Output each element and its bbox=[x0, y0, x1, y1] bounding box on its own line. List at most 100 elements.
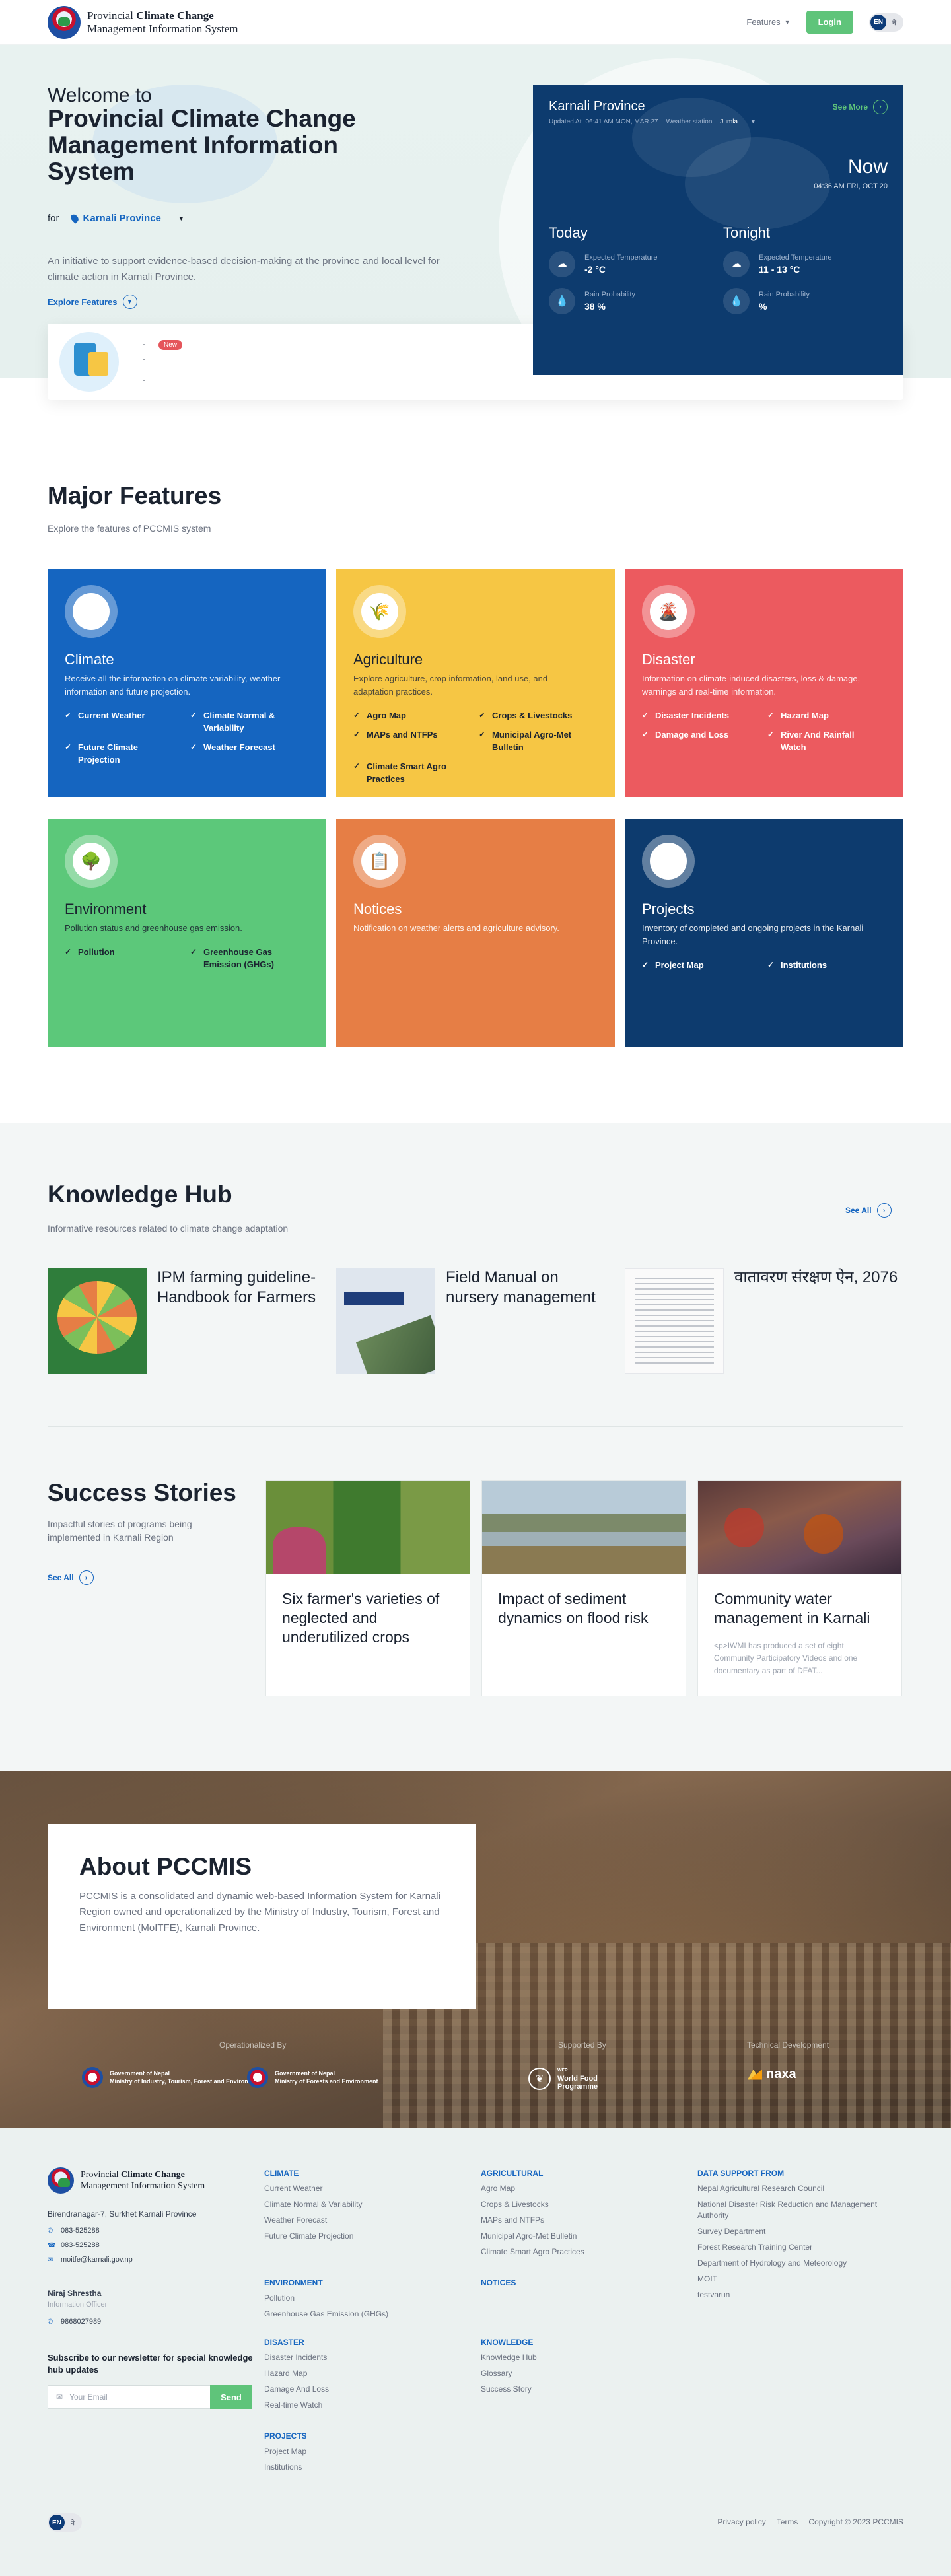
feature-card-environment[interactable]: 🌳 Environment Pollution status and green… bbox=[48, 819, 326, 1047]
footer-link[interactable]: Knowledge Hub bbox=[481, 2352, 679, 2363]
success-story-card[interactable]: Impact of sediment dynamics on flood ris… bbox=[481, 1480, 686, 1696]
feature-name: Disaster bbox=[642, 651, 695, 668]
success-story-card[interactable]: Community water management in Karnali <p… bbox=[697, 1480, 902, 1696]
footer-link[interactable]: Disaster Incidents bbox=[264, 2352, 462, 2363]
footer-phone-2[interactable]: ☎ 083-525288 bbox=[48, 2241, 100, 2249]
login-button[interactable]: Login bbox=[806, 11, 853, 34]
feature-link-weather-forecast[interactable]: Weather Forecast bbox=[190, 741, 302, 766]
footer-logo-text: Provincial Climate Change Management Inf… bbox=[81, 2169, 205, 2192]
col-title: AGRICULTURAL bbox=[481, 2169, 544, 2178]
see-all-label: See All bbox=[48, 1573, 74, 1582]
lang-en[interactable]: EN bbox=[870, 14, 886, 30]
knowledge-see-all-link[interactable]: See All › bbox=[845, 1203, 892, 1218]
success-see-all-link[interactable]: See All › bbox=[48, 1570, 94, 1585]
footer-link[interactable]: Survey Department bbox=[697, 2226, 902, 2237]
footer-logo[interactable]: Provincial Climate Change Management Inf… bbox=[48, 2167, 205, 2194]
privacy-policy-link[interactable]: Privacy policy bbox=[717, 2517, 765, 2526]
footer-link[interactable]: Climate Smart Agro Practices bbox=[481, 2246, 679, 2258]
feature-link-agro-map[interactable]: Agro Map bbox=[353, 709, 466, 722]
nepal-emblem-icon bbox=[48, 5, 81, 39]
knowledge-item[interactable]: IPM farming guideline-Handbook for Farme… bbox=[48, 1268, 325, 1374]
contact-phone[interactable]: ✆ 9868027989 bbox=[48, 2318, 101, 2326]
language-toggle[interactable]: EN ने bbox=[869, 13, 903, 32]
feature-card-agriculture[interactable]: 🌾 Agriculture Explore agriculture, crop … bbox=[336, 569, 615, 797]
footer-language-toggle[interactable]: EN ने bbox=[48, 2513, 82, 2532]
document-lines bbox=[635, 1278, 714, 1364]
explore-features-link[interactable]: Explore Features ▼ bbox=[48, 295, 137, 309]
site-logo[interactable]: Provincial Climate Change Management Inf… bbox=[48, 5, 238, 39]
feature-link-ghg[interactable]: Greenhouse Gas Emission (GHGs) bbox=[190, 946, 302, 971]
footer-link[interactable]: Damage And Loss bbox=[264, 2384, 462, 2395]
weather-see-more-link[interactable]: See More › bbox=[833, 99, 888, 114]
footer-link[interactable]: Real-time Watch bbox=[264, 2400, 462, 2411]
partner-mofe[interactable]: Government of Nepal Ministry of Forests a… bbox=[247, 2067, 378, 2088]
feature-link-institutions[interactable]: Institutions bbox=[767, 959, 880, 971]
footer-link[interactable]: MOIT bbox=[697, 2274, 902, 2285]
newsletter-send-button[interactable]: Send bbox=[210, 2385, 252, 2409]
footer-link[interactable]: Department of Hydrology and Meteorology bbox=[697, 2258, 902, 2269]
weather-station-select[interactable]: Jumla ▼ bbox=[716, 118, 756, 125]
feature-card-notices[interactable]: 📋 Notices Notification on weather alerts… bbox=[336, 819, 615, 1047]
newsletter-email-input[interactable]: ✉ Your Email bbox=[48, 2385, 210, 2409]
feature-link-damage-loss[interactable]: Damage and Loss bbox=[642, 728, 754, 753]
footer-link[interactable]: Institutions bbox=[264, 2462, 462, 2473]
footer-link[interactable]: Glossary bbox=[481, 2368, 679, 2379]
newsletter-text: Subscribe to our newsletter for special … bbox=[48, 2353, 253, 2375]
feature-card-climate[interactable]: 🌡 Climate Receive all the information on… bbox=[48, 569, 326, 797]
success-story-card[interactable]: Six farmer's varieties of neglected and … bbox=[265, 1480, 470, 1696]
footer-link[interactable]: Climate Normal & Variability bbox=[264, 2199, 462, 2210]
feature-link-project-map[interactable]: Project Map bbox=[642, 959, 754, 971]
footer-link[interactable]: Nepal Agricultural Research Council bbox=[697, 2183, 902, 2194]
notice-line3: - bbox=[143, 374, 145, 384]
feature-link-agro-met-bulletin[interactable]: Municipal Agro-Met Bulletin bbox=[479, 728, 591, 753]
footer-link[interactable]: Agro Map bbox=[481, 2183, 679, 2194]
footer-link[interactable]: Crops & Livestocks bbox=[481, 2199, 679, 2210]
feature-card-disaster[interactable]: 🌋 Disaster Information on climate-induce… bbox=[625, 569, 903, 797]
notice-text: - New - - bbox=[143, 339, 183, 384]
partner-naxa[interactable]: naxa bbox=[748, 2067, 796, 2082]
lang-ne[interactable]: ने bbox=[65, 2515, 81, 2530]
lang-en[interactable]: EN bbox=[49, 2515, 65, 2530]
footer-email[interactable]: ✉ moitfe@karnali.gov.np bbox=[48, 2256, 133, 2264]
lang-ne[interactable]: ने bbox=[886, 15, 902, 30]
terms-link[interactable]: Terms bbox=[777, 2517, 798, 2526]
feature-links: Agro Map Crops & Livestocks MAPs and NTF… bbox=[353, 709, 591, 785]
feature-link-future-projection[interactable]: Future Climate Projection bbox=[65, 741, 177, 766]
feature-link-current-weather[interactable]: Current Weather bbox=[65, 709, 177, 734]
knowledge-item[interactable]: वातावरण संरक्षण ऐन, 2076 bbox=[625, 1268, 902, 1374]
feature-link-crops-livestocks[interactable]: Crops & Livestocks bbox=[479, 709, 591, 722]
footer-link[interactable]: Hazard Map bbox=[264, 2368, 462, 2379]
about-card: About PCCMIS PCCMIS is a consolidated an… bbox=[48, 1824, 476, 2009]
feature-link-climate-normal[interactable]: Climate Normal & Variability bbox=[190, 709, 302, 734]
footer-link[interactable]: Pollution bbox=[264, 2293, 462, 2304]
features-dropdown[interactable]: Features ▼ bbox=[746, 17, 790, 27]
footer-link[interactable]: Current Weather bbox=[264, 2183, 462, 2194]
col-title[interactable]: NOTICES bbox=[481, 2278, 679, 2287]
footer-link[interactable]: Success Story bbox=[481, 2384, 679, 2395]
explore-label: Explore Features bbox=[48, 296, 118, 307]
footer-link[interactable]: Greenhouse Gas Emission (GHGs) bbox=[264, 2309, 462, 2320]
knowledge-item[interactable]: Field Manual on nursery management bbox=[336, 1268, 614, 1374]
feature-card-projects[interactable]: 🗺 Projects Inventory of completed and on… bbox=[625, 819, 903, 1047]
footer-col-knowledge: KNOWLEDGE Knowledge Hub Glossary Success… bbox=[481, 2338, 679, 2400]
footer-phone-1[interactable]: ✆ 083-525288 bbox=[48, 2227, 100, 2235]
feature-link-hazard-map[interactable]: Hazard Map bbox=[767, 709, 880, 722]
footer-link[interactable]: Forest Research Training Center bbox=[697, 2242, 902, 2253]
feature-link-climate-smart-agro[interactable]: Climate Smart Agro Practices bbox=[353, 760, 466, 785]
footer-link[interactable]: Municipal Agro-Met Bulletin bbox=[481, 2231, 679, 2242]
feature-link-disaster-incidents[interactable]: Disaster Incidents bbox=[642, 709, 754, 722]
footer-link[interactable]: Project Map bbox=[264, 2446, 462, 2457]
footer-link[interactable]: National Disaster Risk Reduction and Man… bbox=[697, 2199, 902, 2221]
updated-label: Updated At bbox=[549, 118, 582, 125]
province-select[interactable]: Karnali Province ▼ bbox=[69, 213, 184, 224]
feature-link-pollution[interactable]: Pollution bbox=[65, 946, 177, 971]
footer-link[interactable]: Weather Forecast bbox=[264, 2215, 462, 2226]
footer-link[interactable]: testvarun bbox=[697, 2289, 902, 2301]
technical-dev-label: Technical Development bbox=[747, 2040, 829, 2050]
footer-link[interactable]: MAPs and NTFPs bbox=[481, 2215, 679, 2226]
feature-link-river-rainfall[interactable]: River And Rainfall Watch bbox=[767, 728, 880, 753]
partner-wfp[interactable]: ❦ WFP World Food Programme bbox=[528, 2067, 598, 2091]
feature-link-maps-ntfps[interactable]: MAPs and NTFPs bbox=[353, 728, 466, 753]
partner-moitfe[interactable]: Government of Nepal Ministry of Industry,… bbox=[82, 2067, 262, 2088]
footer-link[interactable]: Future Climate Projection bbox=[264, 2231, 462, 2242]
